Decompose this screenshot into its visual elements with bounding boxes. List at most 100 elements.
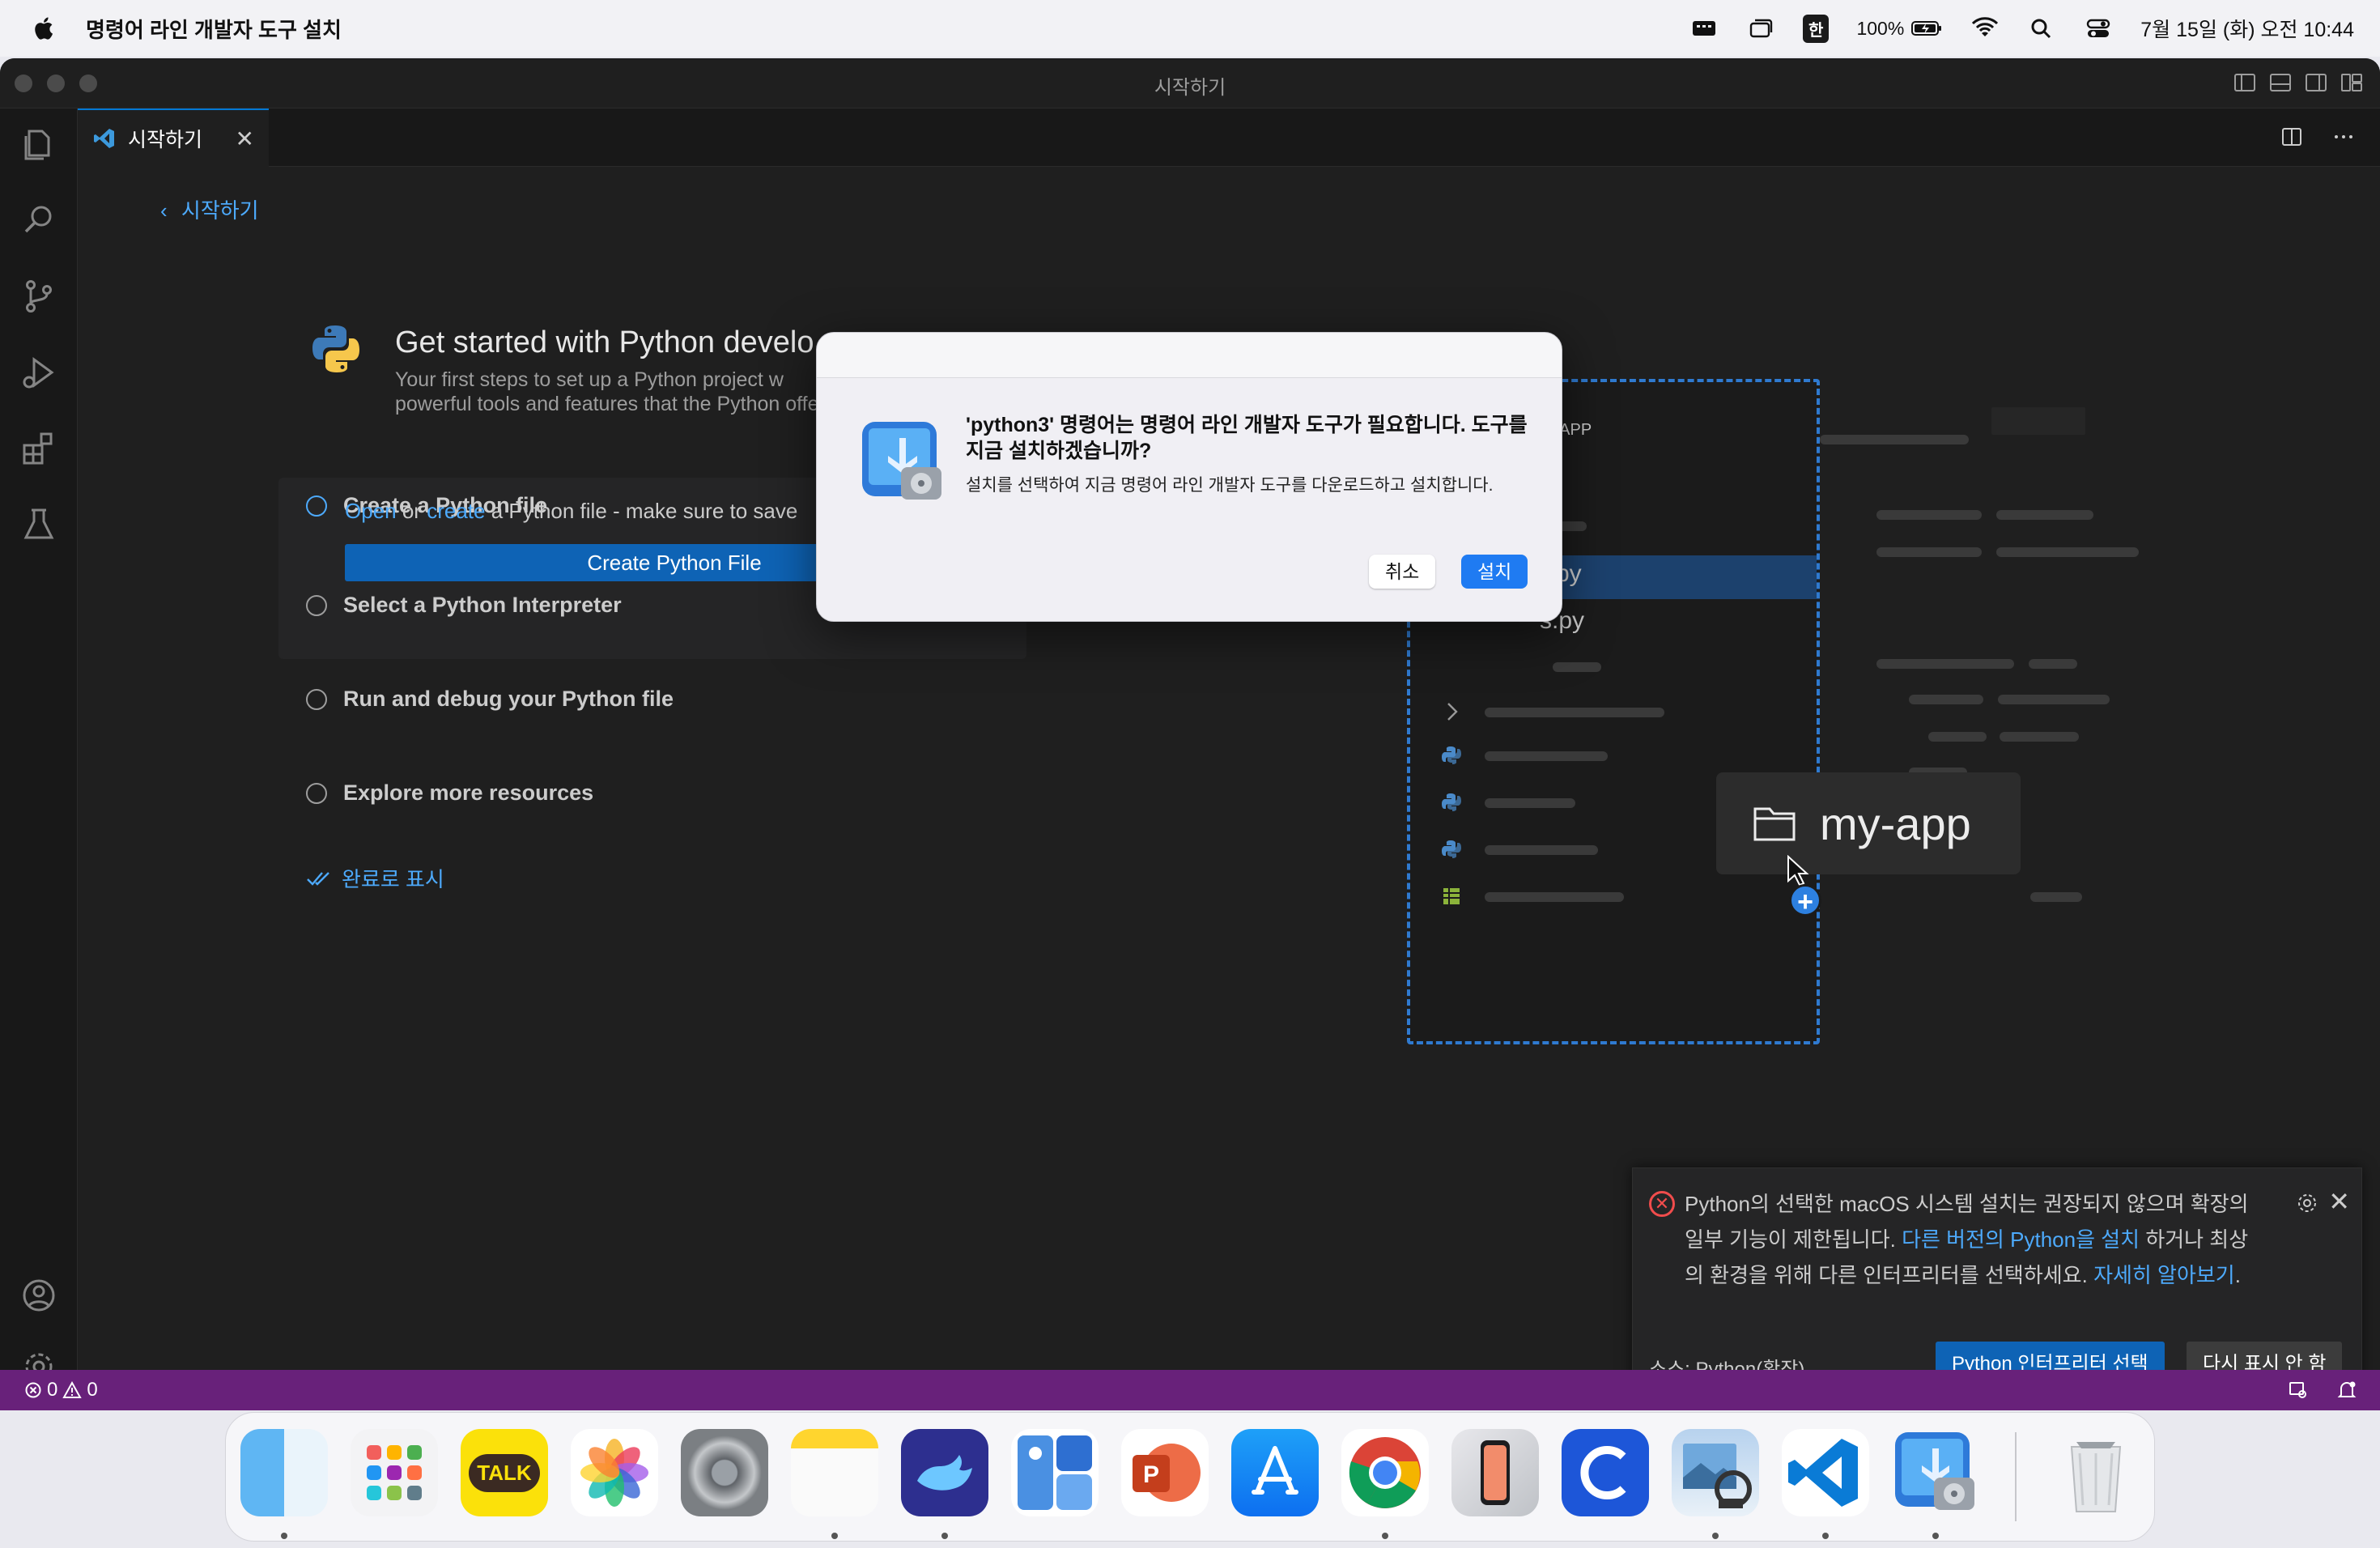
dock-app-store-icon[interactable] [1231, 1429, 1319, 1516]
cancel-button[interactable]: 취소 [1369, 555, 1436, 589]
run-and-debug-icon[interactable] [18, 351, 60, 393]
explorer-icon[interactable] [18, 123, 60, 165]
toggle-primary-sidebar-icon[interactable] [2233, 71, 2257, 94]
battery-percent: 100% [1856, 17, 1905, 39]
check-all-icon [307, 871, 329, 886]
toggle-secondary-sidebar-icon[interactable] [2304, 71, 2328, 94]
spotlight-search-icon[interactable] [2027, 16, 2056, 40]
dialog-title: 'python3' 명령어는 명령어 라인 개발자 도구가 필요합니다. 도구를… [966, 414, 1528, 462]
notifications-bell-icon[interactable] [2336, 1380, 2357, 1401]
dock-photos-icon[interactable] [571, 1429, 658, 1516]
dock-c-app-icon[interactable] [1562, 1429, 1649, 1516]
placeholder-bar [1928, 732, 1987, 742]
testing-icon[interactable] [18, 504, 60, 546]
placeholder-bar [1485, 892, 1624, 902]
notification-text-end: . [2234, 1263, 2241, 1287]
placeholder-bar [1909, 695, 1983, 704]
dialog-topbar [817, 333, 1562, 378]
step-explore-resources[interactable]: Explore more resources [306, 780, 593, 806]
learn-more-link[interactable]: 자세히 알아보기 [2093, 1263, 2235, 1287]
svg-text:P: P [1143, 1461, 1159, 1488]
dialog-body: 설치를 선택하여 지금 명령어 라인 개발자 도구를 다운로드하고 설치합니다. [966, 476, 1494, 495]
placeholder-bar [1553, 662, 1601, 672]
mark-done-link[interactable]: 완료로 표시 [306, 863, 444, 893]
dock-finder-icon[interactable] [240, 1429, 328, 1516]
editor-tabs: 시작하기 ✕ [78, 108, 2380, 167]
dock-powerpoint-icon[interactable]: P [1121, 1429, 1209, 1516]
placeholder-bar [1998, 695, 2110, 704]
placeholder-bar [2000, 732, 2079, 742]
dock-separator [2015, 1432, 2017, 1521]
dock-vscode-icon[interactable] [1782, 1429, 1869, 1516]
running-indicator [1932, 1533, 1939, 1539]
input-method-indicator[interactable]: 한 [1803, 14, 1830, 43]
running-indicator [1382, 1533, 1388, 1539]
walkthrough-subtitle: Your first steps to set up a Python proj… [395, 368, 831, 415]
dock-notes-icon[interactable] [791, 1429, 878, 1516]
problems-indicator[interactable]: 0 0 [24, 1379, 98, 1401]
dock-system-settings-icon[interactable] [681, 1429, 768, 1516]
accounts-status-icon[interactable] [2288, 1380, 2309, 1401]
notification-message: Python의 선택한 macOS 시스템 설치는 권장되지 않으며 확장의 일… [1685, 1186, 2267, 1293]
display-icon[interactable] [1689, 16, 1719, 40]
battery-icon[interactable] [1910, 16, 1943, 40]
dock-installer-icon[interactable] [1892, 1429, 1979, 1516]
install-other-python-link[interactable]: 다른 버전의 Python을 설치 [1902, 1227, 2140, 1252]
control-center-icon[interactable] [2084, 16, 2113, 40]
dock-kakaotalk-icon[interactable]: TALK [461, 1429, 548, 1516]
running-indicator [831, 1533, 838, 1539]
menubar-clock[interactable]: 7월 15일 (화) 오전 10:44 [2140, 14, 2354, 43]
dock-iphone-mirroring-icon[interactable] [1451, 1429, 1539, 1516]
step-label: Select a Python Interpreter [343, 593, 622, 617]
python-file-icon [1442, 793, 1461, 811]
activity-bar [0, 108, 78, 1380]
tab-welcome[interactable]: 시작하기 ✕ [78, 108, 269, 167]
running-indicator [941, 1533, 948, 1539]
stage-manager-icon[interactable] [1746, 16, 1775, 40]
folder-icon [1753, 807, 1796, 841]
create-link[interactable]: create [427, 499, 485, 523]
vscode-icon [94, 129, 114, 148]
placeholder-bar [1996, 510, 2093, 520]
extensions-icon[interactable] [18, 427, 60, 470]
close-tab-icon[interactable]: ✕ [236, 125, 254, 152]
dock-whale-browser-icon[interactable] [901, 1429, 988, 1516]
running-indicator [281, 1533, 287, 1539]
dock-launchpad-icon[interactable] [351, 1429, 438, 1516]
step-run-debug[interactable]: Run and debug your Python file [306, 687, 674, 712]
more-actions-icon[interactable] [2331, 125, 2356, 149]
search-icon[interactable] [18, 199, 60, 241]
step-desc-or: or [402, 499, 421, 523]
customize-layout-icon[interactable] [2340, 71, 2364, 94]
source-control-icon[interactable] [18, 275, 60, 317]
install-button[interactable]: 설치 [1461, 555, 1528, 589]
dock-trash-icon[interactable] [2052, 1429, 2140, 1516]
chevron-left-icon: ‹ [160, 198, 168, 223]
dock-preview-icon[interactable] [1672, 1429, 1759, 1516]
toggle-panel-icon[interactable] [2268, 71, 2293, 94]
placeholder-bar [1876, 547, 1982, 557]
dock-folder-app-icon[interactable] [1011, 1429, 1099, 1516]
placeholder-bar [2030, 892, 2082, 902]
wifi-icon[interactable] [1970, 16, 2000, 40]
split-editor-icon[interactable] [2280, 125, 2304, 149]
kakaotalk-label: TALK [469, 1453, 540, 1492]
apple-menu-icon[interactable] [31, 15, 58, 42]
open-link[interactable]: Open [345, 499, 397, 523]
active-app-title[interactable]: 명령어 라인 개발자 도구 설치 [86, 14, 342, 44]
accounts-icon[interactable] [18, 1274, 60, 1316]
notification-settings-gear-icon[interactable] [2295, 1191, 2319, 1215]
back-to-welcome-link[interactable]: ‹ 시작하기 [160, 194, 259, 224]
close-notification-icon[interactable]: ✕ [2328, 1186, 2350, 1217]
step-select-interpreter[interactable]: Select a Python Interpreter [306, 593, 622, 618]
installer-app-icon [862, 422, 941, 500]
step-radio [306, 594, 327, 616]
dock-chrome-icon[interactable] [1341, 1429, 1429, 1516]
menu-bar: 명령어 라인 개발자 도구 설치 한 100% 7월 15일 (화) 오전 10… [0, 0, 2380, 57]
vscode-window: 시작하기 시작하기 ✕ ‹ 시작하기 Get started with Pyth… [0, 58, 2380, 1410]
placeholder-bar [2029, 659, 2077, 669]
layout-controls [2233, 71, 2364, 94]
placeholder-block [1991, 407, 2085, 435]
tooltip-label: my-app [1820, 797, 1971, 849]
walkthrough-title: Get started with Python develo [395, 325, 814, 359]
